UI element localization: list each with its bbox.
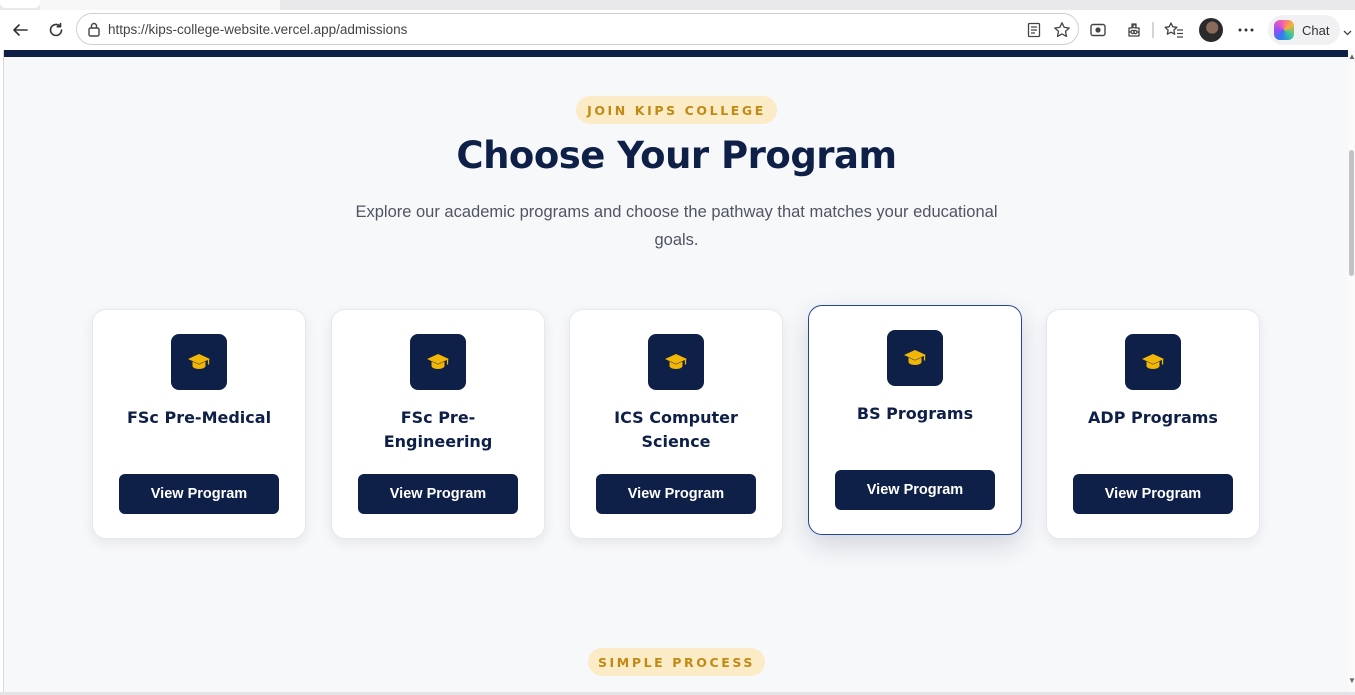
section-subtitle: Explore our academic programs and choose… (355, 203, 998, 249)
view-program-button[interactable]: View Program (119, 474, 279, 514)
header-bottom-bar (4, 50, 1348, 57)
favorites-icon[interactable] (1163, 19, 1185, 41)
tab-strip-gap (40, 0, 280, 10)
view-program-button[interactable]: View Program (596, 474, 756, 514)
page-viewport: JOIN KIPS COLLEGE Choose Your Program Ex… (3, 50, 1348, 693)
active-tab[interactable] (0, 0, 40, 8)
graduation-cap-icon (887, 330, 943, 386)
program-card-bs-programs[interactable]: BS Programs View Program (808, 305, 1022, 535)
program-card-fsc-pre-engineering[interactable]: FSc Pre-Engineering View Program (331, 309, 545, 539)
program-title: FSc Pre-Engineering (383, 408, 493, 451)
scroll-down-icon[interactable]: ▼ (1348, 676, 1355, 685)
graduation-cap-icon (410, 334, 466, 390)
page-title: Choose Your Program (456, 134, 897, 177)
program-card-fsc-pre-medical[interactable]: FSc Pre-Medical View Program (92, 309, 306, 539)
tab-strip (0, 0, 1355, 10)
program-card-ics-computer-science[interactable]: ICS Computer Science View Program (569, 309, 783, 539)
profile-avatar[interactable] (1199, 18, 1223, 42)
next-section-badge: SIMPLE PROCESS (588, 648, 765, 676)
extensions-icon[interactable] (1123, 19, 1145, 41)
back-icon[interactable] (8, 18, 32, 42)
chat-label: Chat (1302, 22, 1330, 38)
lock-icon[interactable] (87, 21, 101, 42)
graduation-cap-icon (648, 334, 704, 390)
view-program-button[interactable]: View Program (1073, 474, 1233, 514)
view-program-button[interactable]: View Program (358, 474, 518, 514)
chat-button[interactable]: Chat (1268, 15, 1340, 45)
program-title: ICS Computer Science (614, 408, 738, 451)
section-badge: JOIN KIPS COLLEGE (576, 96, 777, 124)
chevron-down-icon[interactable] (1343, 28, 1352, 39)
graduation-cap-icon (171, 334, 227, 390)
reader-mode-icon[interactable] (1024, 20, 1044, 40)
address-bar[interactable]: https://kips-college-website.vercel.app/… (76, 13, 1079, 45)
scrollbar-thumb[interactable] (1349, 150, 1354, 276)
program-card-adp-programs[interactable]: ADP Programs View Program (1046, 309, 1260, 539)
vertical-scrollbar[interactable]: ▲ ▼ (1348, 50, 1355, 695)
url-text[interactable]: https://kips-college-website.vercel.app/… (108, 22, 407, 37)
more-icon[interactable] (1235, 19, 1257, 41)
scroll-up-icon[interactable]: ▲ (1348, 52, 1355, 61)
favorite-star-icon[interactable] (1052, 20, 1072, 40)
toolbar-divider (1152, 22, 1154, 38)
program-title: ADP Programs (1088, 408, 1218, 427)
program-title: BS Programs (856, 404, 974, 423)
refresh-icon[interactable] (44, 18, 68, 42)
browser-toolbar: https://kips-college-website.vercel.app/… (0, 10, 1355, 50)
graduation-cap-icon (1125, 334, 1181, 390)
view-program-button[interactable]: View Program (835, 470, 995, 510)
program-title: FSc Pre-Medical (126, 408, 272, 427)
copilot-icon (1274, 20, 1294, 40)
screenshot-icon[interactable] (1087, 19, 1109, 41)
